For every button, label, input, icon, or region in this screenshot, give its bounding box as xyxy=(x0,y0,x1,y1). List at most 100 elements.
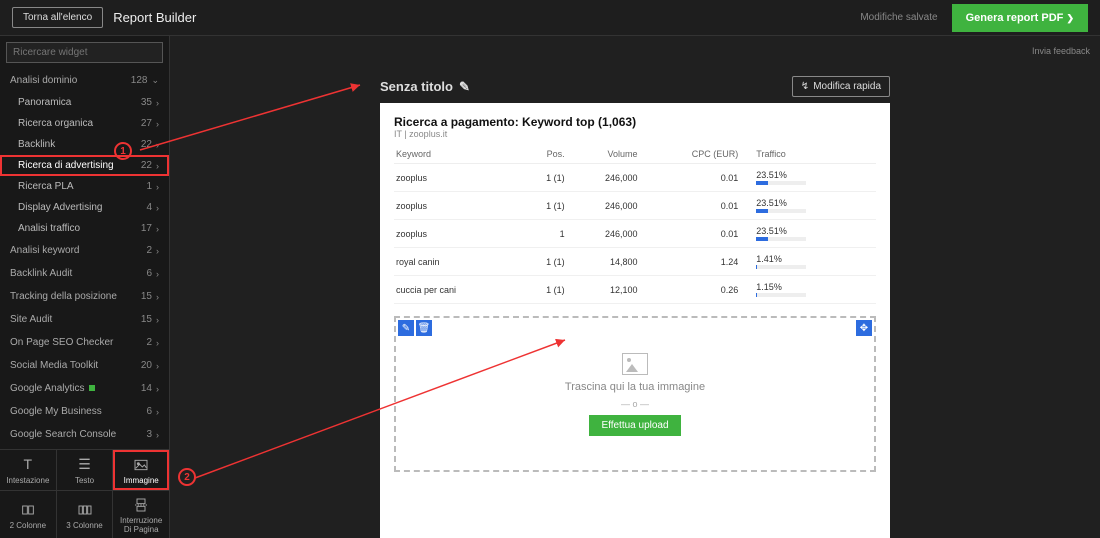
cell-cpc: 0.26 xyxy=(640,276,741,304)
sidebar-item-label: Analisi traffico xyxy=(18,223,80,234)
top-bar: Torna all'elenco Report Builder Modifich… xyxy=(0,0,1100,36)
text-icon: ☰ xyxy=(77,457,93,473)
keyword-table: Keyword Pos. Volume CPC (EUR) Traffico z… xyxy=(394,145,876,304)
widget-edit-button[interactable]: ✎ xyxy=(398,320,414,336)
report-page: Ricerca a pagamento: Keyword top (1,063)… xyxy=(380,103,890,538)
sidebar-section-analisi-keyword[interactable]: Analisi keyword2› xyxy=(0,239,169,262)
chevron-right-icon: › xyxy=(156,384,159,394)
sidebar-section-on-page-seo-checker[interactable]: On Page SEO Checker2› xyxy=(0,331,169,354)
sidebar-item-ricerca-pla[interactable]: Ricerca PLA1› xyxy=(0,176,169,197)
edit-title-icon[interactable]: ✎ xyxy=(459,79,470,95)
two-columns-icon xyxy=(20,502,36,518)
search-input[interactable] xyxy=(6,42,163,63)
sidebar-section-label: Google Search Console xyxy=(10,429,116,440)
cell-cpc: 0.01 xyxy=(640,192,741,220)
tool-text[interactable]: ☰ Testo xyxy=(57,450,114,490)
sidebar-item-backlink[interactable]: Backlink22› xyxy=(0,134,169,155)
table-row: zooplus1 (1)246,0000.0123.51% xyxy=(394,164,876,192)
page-break-icon xyxy=(133,497,149,513)
widget-title: Ricerca a pagamento: Keyword top (1,063) xyxy=(394,115,876,129)
col-traffic: Traffico xyxy=(740,145,876,164)
sidebar-section-social-media-toolkit[interactable]: Social Media Toolkit20› xyxy=(0,354,169,377)
cell-pos: 1 (1) xyxy=(522,248,567,276)
tool-heading[interactable]: TIntestazione xyxy=(0,450,57,490)
sidebar-item-label: Backlink xyxy=(18,139,55,150)
widget-move-button[interactable]: ✥ xyxy=(856,320,872,336)
sidebar-section-analisi-dominio[interactable]: Analisi dominio 128⌄ xyxy=(0,69,169,92)
chevron-right-icon: › xyxy=(156,407,159,417)
chevron-right-icon: › xyxy=(156,182,159,192)
tool-two-cols[interactable]: 2 Colonne xyxy=(0,491,57,538)
tool-three-cols[interactable]: 3 Colonne xyxy=(57,491,114,538)
sidebar-section-google-analytics[interactable]: Google Analytics14› xyxy=(0,377,169,400)
tool-image[interactable]: Immagine xyxy=(113,450,169,490)
col-keyword: Keyword xyxy=(394,145,522,164)
cell-cpc: 1.24 xyxy=(640,248,741,276)
cell-keyword: royal canin xyxy=(394,248,522,276)
sidebar-section-tracking-della-posizione[interactable]: Tracking della posizione15› xyxy=(0,285,169,308)
sidebar-item-label: Ricerca organica xyxy=(18,118,93,129)
cell-keyword: zooplus xyxy=(394,164,522,192)
sidebar-section-label: Site Audit xyxy=(10,314,52,325)
cell-traffic: 1.41% xyxy=(740,248,876,276)
tool-label: Testo xyxy=(75,476,94,485)
image-drop-widget[interactable]: ✎ 🗑 ✥ Trascina qui la tua immagine — o —… xyxy=(394,316,876,472)
tool-label: Immagine xyxy=(124,476,159,485)
chevron-right-icon: › xyxy=(156,430,159,440)
cell-volume: 12,100 xyxy=(567,276,640,304)
table-row: royal canin1 (1)14,8001.241.41% xyxy=(394,248,876,276)
chevron-right-icon: › xyxy=(156,140,159,150)
sidebar-item-analisi-traffico[interactable]: Analisi traffico17› xyxy=(0,218,169,239)
col-pos: Pos. xyxy=(522,145,567,164)
page-title: Senza titolo xyxy=(380,79,453,94)
col-volume: Volume xyxy=(567,145,640,164)
table-row: cuccia per cani1 (1)12,1000.261.15% xyxy=(394,276,876,304)
annotation-badge-2: 2 xyxy=(178,468,196,486)
image-placeholder-icon xyxy=(622,353,648,375)
generate-pdf-button[interactable]: Genera report PDF ❯ xyxy=(952,4,1088,32)
sidebar-section-google-my-business[interactable]: Google My Business6› xyxy=(0,400,169,423)
cell-volume: 14,800 xyxy=(567,248,640,276)
table-row: zooplus1 (1)246,0000.0123.51% xyxy=(394,192,876,220)
sidebar-item-label: Display Advertising xyxy=(18,202,102,213)
sidebar-section-site-audit[interactable]: Site Audit15› xyxy=(0,308,169,331)
tool-label: Interruzione Di Pagina xyxy=(115,516,167,534)
tool-label: Intestazione xyxy=(6,476,49,485)
cell-cpc: 0.01 xyxy=(640,220,741,248)
cell-traffic: 23.51% xyxy=(740,192,876,220)
chevron-down-icon: ⌄ xyxy=(151,75,159,86)
feedback-link[interactable]: Invia feedback xyxy=(1032,46,1090,56)
tool-page-break[interactable]: Interruzione Di Pagina xyxy=(113,491,169,538)
sidebar-section-backlink-audit[interactable]: Backlink Audit6› xyxy=(0,262,169,285)
sidebar-item-ricerca-organica[interactable]: Ricerca organica27› xyxy=(0,113,169,134)
quick-edit-label: Modifica rapida xyxy=(813,81,881,92)
chevron-right-icon: › xyxy=(156,203,159,213)
upload-button[interactable]: Effettua upload xyxy=(589,415,680,436)
sidebar-item-ricerca-di-advertising[interactable]: Ricerca di advertising22› xyxy=(0,155,169,176)
annotation-badge-1: 1 xyxy=(114,142,132,160)
chevron-right-icon: › xyxy=(156,161,159,171)
sidebar-section-listing-management[interactable]: Listing Management1› xyxy=(0,446,169,449)
chevron-right-icon: ❯ xyxy=(1066,13,1074,23)
sidebar-section-label: On Page SEO Checker xyxy=(10,337,113,348)
sidebar-section-google-search-console[interactable]: Google Search Console3› xyxy=(0,423,169,446)
sidebar-item-display-advertising[interactable]: Display Advertising4› xyxy=(0,197,169,218)
status-dot-icon xyxy=(89,385,95,391)
chevron-right-icon: › xyxy=(156,269,159,279)
cell-cpc: 0.01 xyxy=(640,164,741,192)
app-title: Report Builder xyxy=(113,10,196,25)
sidebar-item-panoramica[interactable]: Panoramica35› xyxy=(0,92,169,113)
chevron-right-icon: › xyxy=(156,224,159,234)
cell-pos: 1 (1) xyxy=(522,164,567,192)
cell-traffic: 1.15% xyxy=(740,276,876,304)
widget-delete-button[interactable]: 🗑 xyxy=(416,320,432,336)
chevron-right-icon: › xyxy=(156,338,159,348)
tool-label: 2 Colonne xyxy=(10,521,46,530)
back-button[interactable]: Torna all'elenco xyxy=(12,7,103,28)
sidebar-section-label: Backlink Audit xyxy=(10,268,72,279)
image-icon xyxy=(133,457,149,473)
quick-edit-button[interactable]: ↯ Modifica rapida xyxy=(792,76,890,97)
sidebar-item-label: Ricerca di advertising xyxy=(18,160,114,171)
cell-volume: 246,000 xyxy=(567,192,640,220)
cell-traffic: 23.51% xyxy=(740,220,876,248)
